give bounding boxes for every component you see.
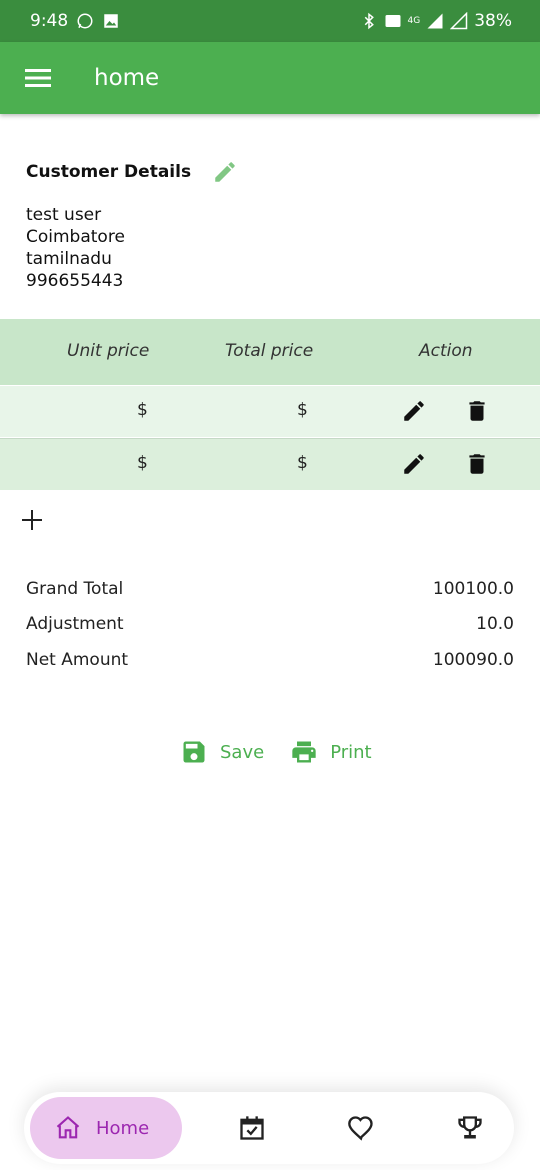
add-item-icon[interactable] (18, 506, 46, 534)
table-row: $ $ (0, 438, 540, 490)
save-icon (183, 741, 205, 763)
print-label: Print (330, 741, 372, 763)
menu-button[interactable] (20, 60, 56, 96)
pencil-icon (215, 162, 235, 182)
trophy-icon[interactable] (456, 1114, 484, 1142)
edit-row-icon[interactable] (401, 451, 427, 477)
heart-icon[interactable] (347, 1114, 375, 1142)
delete-row-icon[interactable] (464, 451, 490, 477)
net-amount-value: 100090.0 (432, 650, 514, 670)
save-button[interactable]: Save (180, 738, 264, 766)
nav-home-label: Home (96, 1117, 150, 1139)
delete-row-icon[interactable] (464, 398, 490, 424)
signal-outline-icon (450, 12, 468, 30)
grand-total-value: 100100.0 (432, 579, 514, 599)
header-action: Action (419, 341, 473, 361)
gallery-icon (104, 14, 118, 28)
page-title: home (94, 65, 160, 91)
bluetooth-icon (364, 12, 374, 30)
calendar-icon[interactable] (238, 1114, 266, 1142)
printer-icon (292, 741, 316, 763)
nav-home-tab[interactable]: Home (30, 1097, 182, 1159)
table-row: $ $ (0, 386, 540, 437)
net-amount-row: Net Amount 100090.0 (26, 650, 514, 670)
total-price-cell: $ (297, 400, 308, 420)
save-label: Save (220, 741, 265, 763)
customer-city: Coimbatore (26, 227, 125, 247)
grand-total-label: Grand Total (26, 579, 124, 599)
network-label: 4G (407, 16, 421, 26)
hamburger-icon (25, 69, 51, 87)
status-bar: 9:48 4G 38% (0, 0, 540, 42)
edit-row-icon[interactable] (401, 398, 427, 424)
whatsapp-icon (77, 13, 93, 29)
bottom-nav: Home (24, 1092, 514, 1164)
customer-state: tamilnadu (26, 249, 112, 269)
customer-details-title: Customer Details (26, 162, 192, 182)
customer-phone: 996655443 (26, 271, 124, 291)
volte-icon (385, 15, 400, 27)
header-total-price: Total price (225, 341, 314, 361)
grand-total-row: Grand Total 100100.0 (26, 579, 514, 599)
signal-icon (427, 13, 443, 29)
header-unit-price: Unit price (67, 341, 150, 361)
customer-header: Customer Details (26, 158, 239, 186)
actions-row: Save Print (180, 738, 372, 766)
adjustment-row: Adjustment 10.0 (26, 614, 514, 634)
print-button[interactable]: Print (290, 738, 372, 766)
edit-customer-button[interactable] (211, 158, 239, 186)
unit-price-cell: $ (137, 453, 148, 473)
battery-percent: 38% (474, 11, 512, 31)
customer-info: test user Coimbatore tamilnadu 996655443 (26, 204, 125, 292)
status-time: 9:48 (30, 11, 69, 31)
customer-name: test user (26, 205, 102, 225)
adjustment-value: 10.0 (476, 614, 514, 634)
home-icon (56, 1116, 80, 1139)
net-amount-label: Net Amount (26, 650, 129, 670)
table-header: Unit price Total price Action (0, 319, 540, 385)
app-bar: home (0, 42, 540, 114)
adjustment-label: Adjustment (26, 614, 124, 634)
status-right: 4G 38% (360, 11, 512, 31)
unit-price-cell: $ (137, 400, 148, 420)
total-price-cell: $ (297, 453, 308, 473)
status-left: 9:48 (30, 11, 120, 31)
